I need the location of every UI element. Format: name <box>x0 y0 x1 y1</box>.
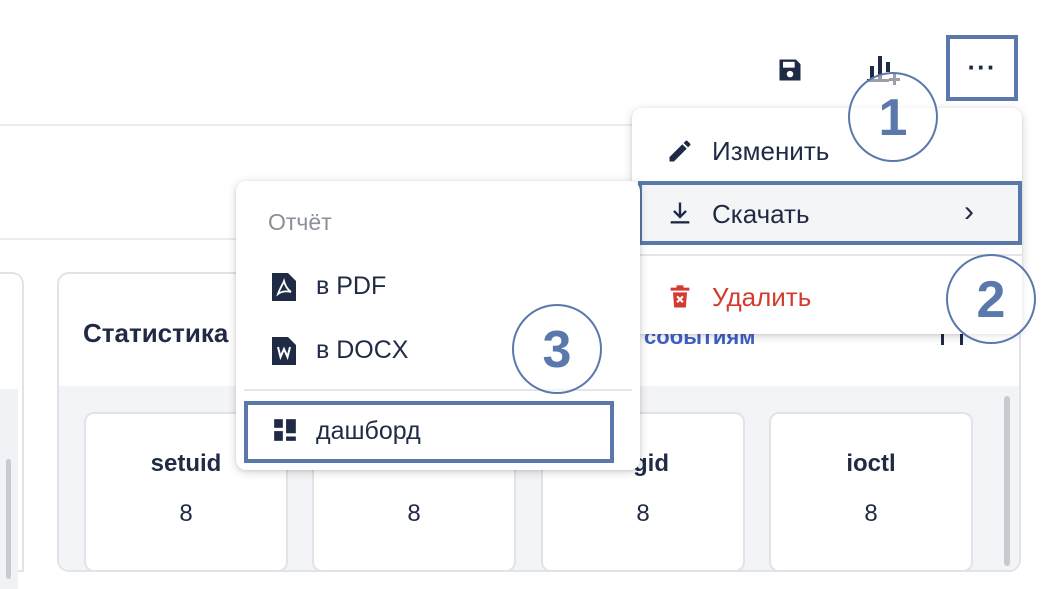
floppy-disk-icon <box>779 59 801 81</box>
panel-title: Статистика <box>83 318 229 348</box>
step-badge-3: 3 <box>512 304 602 394</box>
header-divider <box>0 124 640 126</box>
submenu-header: Отчёт <box>268 209 332 235</box>
submenu-item-label: в PDF <box>316 272 387 300</box>
step-number: 3 <box>542 321 572 379</box>
more-dots-icon: ··· <box>967 52 997 82</box>
step-badge-2: 2 <box>946 254 1036 344</box>
chevron-right-icon: › <box>964 195 974 228</box>
step-number: 2 <box>976 271 1006 329</box>
step-number: 1 <box>878 89 908 147</box>
left-panel-partial <box>0 272 24 589</box>
menu-item-label: Скачать <box>712 199 810 229</box>
stat-card-value: 8 <box>636 500 650 527</box>
stat-card-value: 8 <box>407 500 421 527</box>
panel-scrollbar[interactable] <box>1004 396 1010 566</box>
pencil-icon <box>669 140 691 162</box>
stat-card-value: 8 <box>864 500 878 527</box>
menu-item-label: Удалить <box>712 282 812 312</box>
stat-card[interactable]: ioctl 8 <box>769 412 973 570</box>
submenu-item-pdf[interactable]: в PDF <box>236 259 640 315</box>
step-badge-1: 1 <box>848 72 938 162</box>
stat-card-value: 8 <box>179 500 193 527</box>
save-button[interactable] <box>776 56 804 84</box>
download-icon <box>670 202 690 224</box>
submenu-item-label: в DOCX <box>316 336 409 364</box>
stat-card-title: ioctl <box>846 450 896 477</box>
left-panel-scrollbar[interactable] <box>6 459 11 579</box>
section-divider <box>0 238 240 240</box>
word-file-icon <box>272 337 296 365</box>
submenu-item-label: дашборд <box>316 417 421 445</box>
trash-icon <box>670 285 690 308</box>
dashboard-icon <box>274 419 296 441</box>
menu-item-download[interactable]: Скачать › <box>638 181 1022 245</box>
menu-item-edit[interactable]: Изменить <box>632 120 1022 180</box>
pdf-file-icon <box>272 273 296 301</box>
menu-divider <box>632 254 1022 256</box>
menu-item-label: Изменить <box>712 136 830 166</box>
more-options-button[interactable]: ··· <box>946 35 1018 101</box>
submenu-item-dashboard[interactable]: дашборд <box>244 401 614 463</box>
